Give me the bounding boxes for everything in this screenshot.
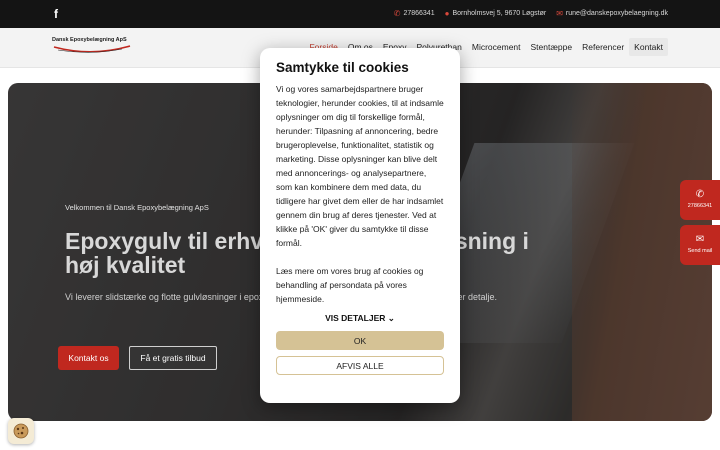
accept-cookies-button[interactable]: OK [276, 331, 444, 350]
facebook-icon[interactable]: f [54, 7, 64, 21]
cookie-consent-dialog: Samtykke til cookies Vi og vores samarbe… [260, 48, 460, 403]
topbar: f ✆ 27866341 ● Bornholmsvej 5, 9670 Løgstø… [0, 0, 720, 28]
phone-icon: ✆ [393, 9, 401, 18]
topbar-address-text: Bornholmsvej 5, 9670 Løgstør [452, 10, 547, 17]
floating-mail-button[interactable]: ✉ Send mail [680, 225, 720, 265]
envelope-icon: ✉ [556, 9, 563, 18]
cookie-dialog-title: Samtykke til cookies [276, 60, 409, 75]
floating-phone-label: 27866341 [687, 203, 713, 209]
nav-item-referencer[interactable]: Referencer [577, 38, 629, 56]
floating-phone-button[interactable]: ✆ 27866341 [680, 180, 720, 220]
chevron-down-icon: ⌄ [387, 313, 395, 323]
cookie-dialog-body-2: Læs mere om vores brug af cookies og beh… [276, 266, 424, 304]
nav-item-microcement[interactable]: Microcement [467, 38, 526, 56]
topbar-email[interactable]: ✉ rune@danskepoxybelaegning.dk [556, 9, 668, 18]
free-quote-button[interactable]: Få et gratis tilbud [129, 346, 217, 370]
hero-welcome: Velkommen til Dansk Epoxybelægning ApS [65, 203, 209, 212]
floating-mail-label: Send mail [687, 248, 713, 254]
show-details-button[interactable]: VIS DETALJER ⌄ [276, 313, 444, 324]
envelope-icon: ✉ [695, 234, 705, 245]
topbar-phone-text: 27866341 [403, 10, 435, 17]
topbar-email-text: rune@danskepoxybelaegning.dk [565, 10, 668, 17]
map-pin-icon: ● [444, 9, 450, 18]
show-details-label: VIS DETALJER [325, 313, 386, 323]
contact-us-button[interactable]: Kontakt os [58, 346, 119, 370]
topbar-contact: ✆ 27866341 ● Bornholmsvej 5, 9670 Løgstør … [394, 9, 668, 18]
topbar-phone[interactable]: ✆ 27866341 [394, 9, 435, 18]
cookie-dialog-body: Vi og vores samarbejdspartnere bruger te… [276, 84, 444, 248]
logo-swoosh-icon [53, 45, 131, 53]
nav-item-kontakt[interactable]: Kontakt [629, 38, 668, 56]
cookie-settings-button[interactable] [8, 418, 34, 444]
phone-icon: ✆ [695, 189, 705, 200]
nav-item-stentaeppe[interactable]: Stentæppe [526, 38, 578, 56]
logo[interactable]: Dansk Epoxybelægning ApS [52, 37, 132, 59]
topbar-address[interactable]: ● Bornholmsvej 5, 9670 Løgstør [445, 9, 547, 18]
cookie-icon [13, 423, 29, 439]
reject-all-cookies-button[interactable]: AFVIS ALLE [276, 356, 444, 375]
